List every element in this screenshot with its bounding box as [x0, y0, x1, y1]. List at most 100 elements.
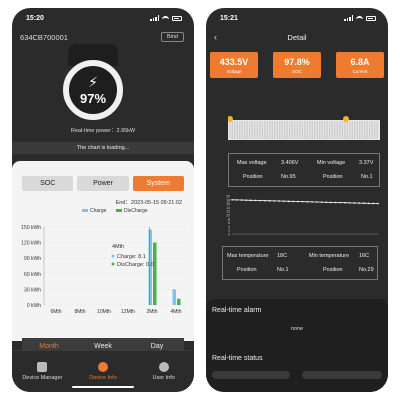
tooltip-dot: [111, 262, 115, 266]
back-icon[interactable]: ‹: [214, 32, 217, 42]
cell-bar: [261, 121, 263, 139]
y-tick-label: 120 kWh: [21, 241, 41, 247]
min-voltage-position: No.1: [361, 174, 373, 180]
tooltip-dot: [111, 254, 115, 258]
tab-system[interactable]: System: [132, 176, 184, 191]
max-temp-position: No.1: [277, 267, 289, 273]
detail-screen: 15:21 ‹ Detail 433.5V Voltage 97.8% SOC …: [206, 8, 388, 392]
metric-tiles: 433.5V Voltage 97.8% SOC 6.8A Current: [206, 52, 388, 78]
tile-label: Current: [352, 68, 368, 74]
cell-bar: [331, 121, 333, 139]
max-voltage-label: Max voltage: [237, 160, 267, 166]
temp-line: [231, 199, 379, 204]
cell-bar: [356, 121, 358, 139]
min-temp-label: Min temperature: [309, 253, 350, 259]
device-info-screen: 15:20 634CB700001 Bind ⚡︎ 97% Real-time …: [12, 8, 194, 392]
cell-bar: [306, 121, 308, 139]
cell-bar: [281, 121, 283, 139]
bar-discharge: [153, 242, 157, 305]
soc-tile: 97.8% SOC: [273, 52, 321, 78]
bottom-nav: Device Manager Device Info User Info: [12, 350, 194, 392]
status-bar: 15:20: [12, 8, 194, 28]
tooltip-discharge: DisCharge: 0.0: [117, 262, 154, 268]
min-voltage-value: 3.37V: [359, 160, 374, 166]
cell-bar: [311, 121, 313, 139]
cell-bar: [249, 121, 251, 139]
status-item: [212, 371, 290, 379]
chart-card: SOC Power System End：2023-05-15 09:21:02…: [12, 161, 194, 355]
legend-label: Charge: [90, 208, 107, 214]
energy-bar-chart: Charge DisCharge 0 kWh 30 kWh 60 kWh 90 kWh 12…: [21, 208, 188, 315]
cell-bar: [376, 121, 378, 139]
tile-label: SOC: [292, 68, 302, 74]
cell-bar: [344, 121, 346, 139]
tile-value: 97.8%: [284, 56, 310, 67]
cell-bar: [289, 121, 291, 139]
cell-bar: [354, 121, 356, 139]
tab-power[interactable]: Power: [77, 176, 129, 191]
cell-bar: [309, 121, 311, 139]
tile-value: 433.5V: [219, 56, 249, 67]
cell-bar: [294, 121, 296, 139]
grid-icon: [37, 362, 48, 372]
alarm-value: none: [290, 326, 304, 332]
wifi-icon: [162, 15, 169, 21]
position-label: Position: [243, 174, 263, 180]
status-time: 15:20: [26, 14, 44, 22]
status-time: 15:21: [220, 14, 238, 22]
x-tick-label: 10Mth: [97, 309, 111, 315]
tooltip-title: 4Mth: [112, 244, 124, 250]
cell-bar: [266, 121, 268, 139]
nav-label: Device Info: [89, 375, 117, 381]
bind-button[interactable]: Bind: [160, 32, 184, 42]
nav-label: Device Manager: [22, 375, 63, 381]
cell-bar: [229, 121, 231, 139]
cell-bar: [301, 121, 303, 139]
cell-bar: [259, 121, 261, 139]
cell-bar: [286, 121, 288, 139]
cell-bar: [244, 121, 246, 139]
min-temp-value: 16C: [359, 253, 370, 259]
tooltip-charge: Charge: 8.1: [117, 254, 146, 260]
cell-bar: [291, 121, 293, 139]
battery-icon: [366, 15, 376, 21]
page-title: Detail: [287, 32, 307, 42]
x-tick-label: 4Mth: [170, 309, 181, 315]
cell-bar: [246, 121, 248, 139]
cell-bar: [316, 121, 318, 139]
status-bar: 15:21: [206, 8, 388, 28]
cell-bar: [239, 121, 241, 139]
nav-label: User Info: [152, 375, 175, 381]
position-label: Position: [237, 267, 257, 273]
cell-bar: [256, 121, 258, 139]
nav-user-info[interactable]: User Info: [133, 351, 194, 392]
cell-bar: [359, 121, 361, 139]
y-tick-label: 90 kWh: [24, 256, 41, 262]
cell-bar: [334, 121, 336, 139]
cell-bar: [271, 121, 273, 139]
temperature-chart: 20181614121086420: [226, 195, 379, 237]
battery-icon: [172, 15, 182, 21]
tab-soc[interactable]: SOC: [22, 176, 74, 191]
cell-bar: [231, 121, 233, 139]
cell-bar: [284, 121, 286, 139]
cell-bar: [364, 121, 366, 139]
min-temp-position: No.29: [359, 267, 374, 273]
cell-bar: [324, 121, 326, 139]
cell-bar: [346, 121, 348, 139]
cell-bar: [371, 121, 373, 139]
cell-bar: [251, 121, 253, 139]
min-voltage-label: Min voltage: [317, 160, 346, 166]
device-id: 634CB700001: [20, 32, 68, 42]
nav-device-manager[interactable]: Device Manager: [12, 351, 73, 392]
realtime-power: Real-time power：2.95kW: [70, 128, 136, 134]
cell-bar: [279, 121, 281, 139]
y-tick-label: 60 kWh: [24, 272, 41, 278]
soc-gauge: ⚡︎ 97%: [63, 60, 123, 120]
cell-bar: [319, 121, 321, 139]
x-tick-label: 2Mth: [146, 309, 157, 315]
soc-value: 97%: [79, 90, 107, 106]
cell-bar: [374, 121, 376, 139]
cell-bar: [329, 121, 331, 139]
cell-bar: [314, 121, 316, 139]
